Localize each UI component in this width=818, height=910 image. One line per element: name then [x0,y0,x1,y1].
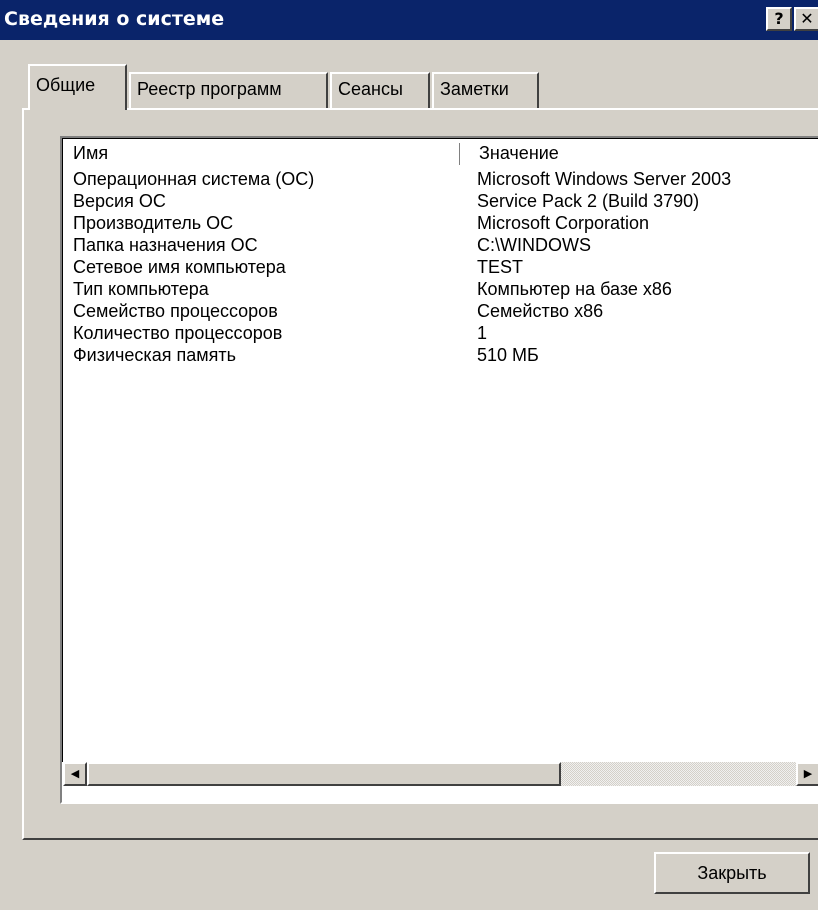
column-header-name[interactable]: Имя [73,143,108,164]
system-info-list[interactable]: Имя Значение Операционная система (ОС) M… [60,136,818,804]
item-name: Семейство процессоров [73,301,278,321]
item-name: Производитель ОС [73,213,234,233]
list-item[interactable]: Папка назначения ОС C:\WINDOWS [63,235,818,257]
item-value: Компьютер на базе x86 [477,279,672,299]
tab-sessions[interactable]: Сеансы [330,72,430,108]
list-item[interactable]: Физическая память 510 МБ [63,345,818,367]
tab-program-registry[interactable]: Реестр программ [129,72,328,108]
list-item[interactable]: Версия ОС Service Pack 2 (Build 3790) [63,191,818,213]
tab-sessions-label: Сеансы [338,79,403,99]
item-value: 510 МБ [477,345,539,365]
scroll-right-arrow-icon[interactable]: ▶ [796,762,818,786]
item-name: Версия ОС [73,191,166,211]
scrollbar-thumb[interactable] [87,762,561,786]
tab-notes-label: Заметки [440,79,509,99]
item-value: C:\WINDOWS [477,235,591,255]
item-value: 1 [477,323,488,343]
column-header-value[interactable]: Значение [479,143,559,164]
title-bar: Сведения о системе ? ✕ [0,0,818,40]
tab-general[interactable]: Общие [28,64,127,110]
system-info-dialog: Сведения о системе ? ✕ Общие Реестр прог… [0,0,818,910]
item-value: Семейство x86 [477,301,604,321]
tab-general-label: Общие [36,75,96,95]
column-divider[interactable] [459,143,460,165]
tab-notes[interactable]: Заметки [432,72,539,108]
window-title: Сведения о системе [4,8,225,30]
help-button[interactable]: ? [766,7,792,31]
item-value: Microsoft Corporation [477,213,650,233]
list-item[interactable]: Сетевое имя компьютера TEST [63,257,818,279]
item-name: Количество процессоров [73,323,283,343]
item-value: Microsoft Windows Server 2003 [477,169,732,189]
horizontal-scrollbar[interactable]: ◀ ▶ [63,762,818,786]
list-item[interactable]: Количество процессоров 1 [63,323,818,345]
item-name: Физическая память [73,345,236,365]
scroll-left-arrow-icon[interactable]: ◀ [63,762,87,786]
item-value: TEST [477,257,524,277]
item-name: Операционная система (ОС) [73,169,315,189]
item-name: Сетевое имя компьютера [73,257,286,277]
list-item[interactable]: Семейство процессоров Семейство x86 [63,301,818,323]
item-name: Тип компьютера [73,279,209,299]
item-name: Папка назначения ОС [73,235,258,255]
close-button[interactable]: Закрыть [654,852,810,894]
list-header: Имя Значение [63,143,818,169]
list-item[interactable]: Производитель ОС Microsoft Corporation [63,213,818,235]
list-item[interactable]: Тип компьютера Компьютер на базе x86 [63,279,818,301]
close-window-button[interactable]: ✕ [794,7,818,31]
list-item[interactable]: Операционная система (ОС) Microsoft Wind… [63,169,818,191]
list-content: Имя Значение Операционная система (ОС) M… [62,138,818,762]
item-value: Service Pack 2 (Build 3790) [477,191,700,211]
list-rows: Операционная система (ОС) Microsoft Wind… [63,169,818,367]
tab-program-registry-label: Реестр программ [137,79,282,99]
